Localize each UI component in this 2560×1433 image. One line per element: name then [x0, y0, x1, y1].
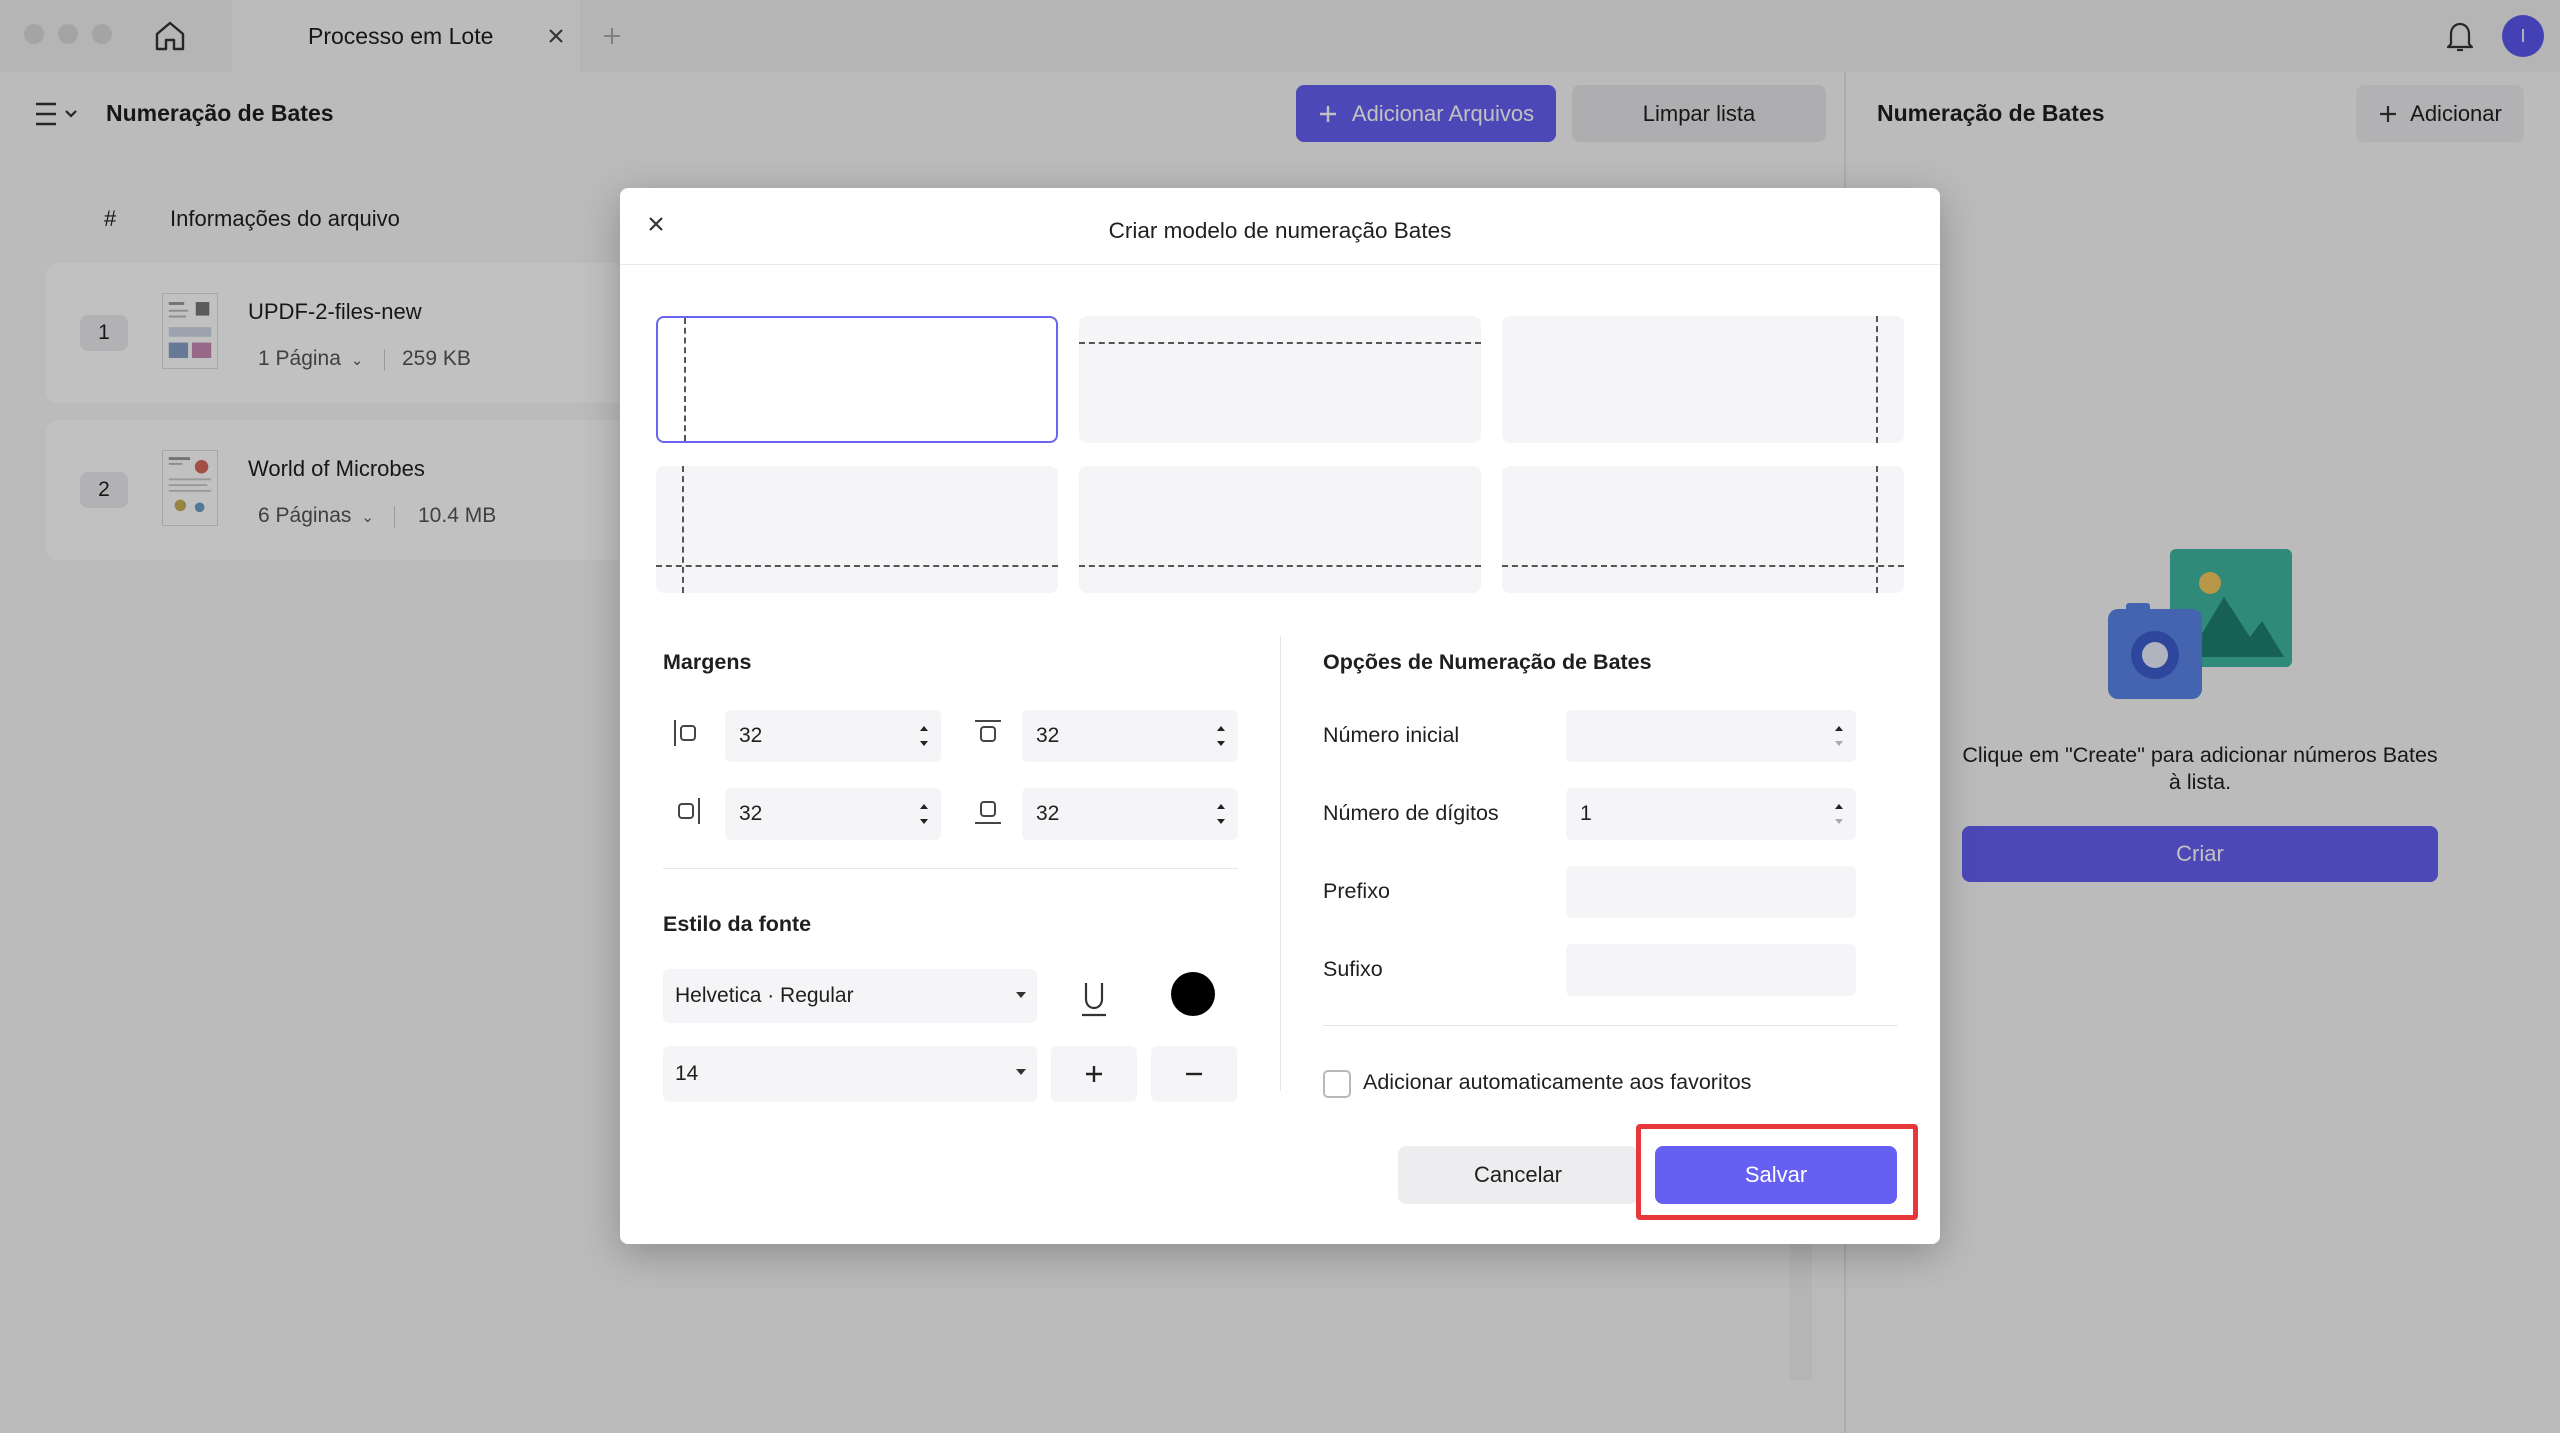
- stepper-arrows-icon[interactable]: [1832, 720, 1846, 752]
- guide-line: [1502, 565, 1904, 567]
- decrease-font-size-button[interactable]: [1151, 1046, 1237, 1102]
- divider: [1280, 636, 1281, 1091]
- margin-right-value: 32: [739, 802, 763, 825]
- font-color-swatch[interactable]: [1171, 972, 1215, 1016]
- guide-line: [1876, 316, 1878, 443]
- minus-icon: [1186, 1072, 1202, 1076]
- position-top-center[interactable]: [1079, 316, 1481, 443]
- caret-down-icon: [1016, 992, 1026, 998]
- left-margin-icon: [674, 720, 696, 746]
- bates-template-dialog: Criar modelo de numeração Bates Margens …: [620, 188, 1940, 1244]
- guide-line: [1876, 466, 1878, 593]
- highlight-annotation: [1636, 1124, 1918, 1220]
- guide-line: [684, 318, 686, 441]
- digits-stepper[interactable]: 1: [1566, 788, 1856, 840]
- caret-down-icon: [1016, 1069, 1026, 1075]
- font-size-select[interactable]: 14: [663, 1046, 1037, 1102]
- divider: [620, 264, 1940, 265]
- bottom-margin-icon: [975, 801, 1001, 824]
- font-family-value: Helvetica · Regular: [675, 984, 854, 1007]
- margin-bottom-stepper[interactable]: 32: [1022, 788, 1238, 840]
- underline-icon[interactable]: [1076, 979, 1112, 1019]
- margin-left-value: 32: [739, 724, 763, 747]
- stepper-arrows-icon[interactable]: [1832, 798, 1846, 830]
- guide-line: [656, 565, 1058, 567]
- digits-value: 1: [1580, 802, 1592, 825]
- position-top-right[interactable]: [1502, 316, 1904, 443]
- stepper-arrows-icon[interactable]: [1214, 720, 1228, 752]
- guide-line: [1079, 342, 1481, 344]
- margin-top-stepper[interactable]: 32: [1022, 710, 1238, 762]
- position-bottom-right[interactable]: [1502, 466, 1904, 593]
- stepper-arrows-icon[interactable]: [1214, 798, 1228, 830]
- font-family-select[interactable]: Helvetica · Regular: [663, 969, 1037, 1023]
- start-number-label: Número inicial: [1323, 723, 1460, 747]
- margins-title: Margens: [663, 650, 752, 674]
- margin-right-stepper[interactable]: 32: [725, 788, 941, 840]
- dialog-title: Criar modelo de numeração Bates: [1108, 218, 1452, 243]
- guide-line: [682, 466, 684, 593]
- right-margin-icon: [678, 798, 700, 824]
- position-bottom-left[interactable]: [656, 466, 1058, 593]
- font-style-title: Estilo da fonte: [663, 912, 812, 936]
- start-number-stepper[interactable]: [1566, 710, 1856, 762]
- divider: [663, 868, 1238, 869]
- increase-font-size-button[interactable]: [1051, 1046, 1137, 1102]
- suffix-label: Sufixo: [1323, 957, 1383, 981]
- stepper-arrows-icon[interactable]: [917, 798, 931, 830]
- auto-favorites-label: Adicionar automaticamente aos favoritos: [1363, 1070, 1752, 1094]
- cancel-label: Cancelar: [1473, 1162, 1563, 1187]
- prefix-input[interactable]: [1566, 866, 1856, 918]
- bates-options-title: Opções de Numeração de Bates: [1323, 650, 1652, 674]
- position-bottom-center[interactable]: [1079, 466, 1481, 593]
- suffix-input[interactable]: [1566, 944, 1856, 996]
- prefix-label: Prefixo: [1323, 879, 1390, 903]
- cancel-button[interactable]: Cancelar: [1398, 1146, 1638, 1204]
- plus-icon: [1086, 1066, 1102, 1082]
- margin-left-stepper[interactable]: 32: [725, 710, 941, 762]
- divider: [1323, 1025, 1898, 1026]
- margin-bottom-value: 32: [1036, 802, 1060, 825]
- margin-top-value: 32: [1036, 724, 1060, 747]
- font-size-value: 14: [675, 1062, 699, 1085]
- digits-label: Número de dígitos: [1323, 801, 1499, 825]
- guide-line: [1079, 565, 1481, 567]
- stepper-arrows-icon[interactable]: [917, 720, 931, 752]
- auto-favorites-checkbox[interactable]: [1323, 1070, 1351, 1098]
- position-top-left[interactable]: [656, 316, 1058, 443]
- top-margin-icon: [975, 720, 1001, 742]
